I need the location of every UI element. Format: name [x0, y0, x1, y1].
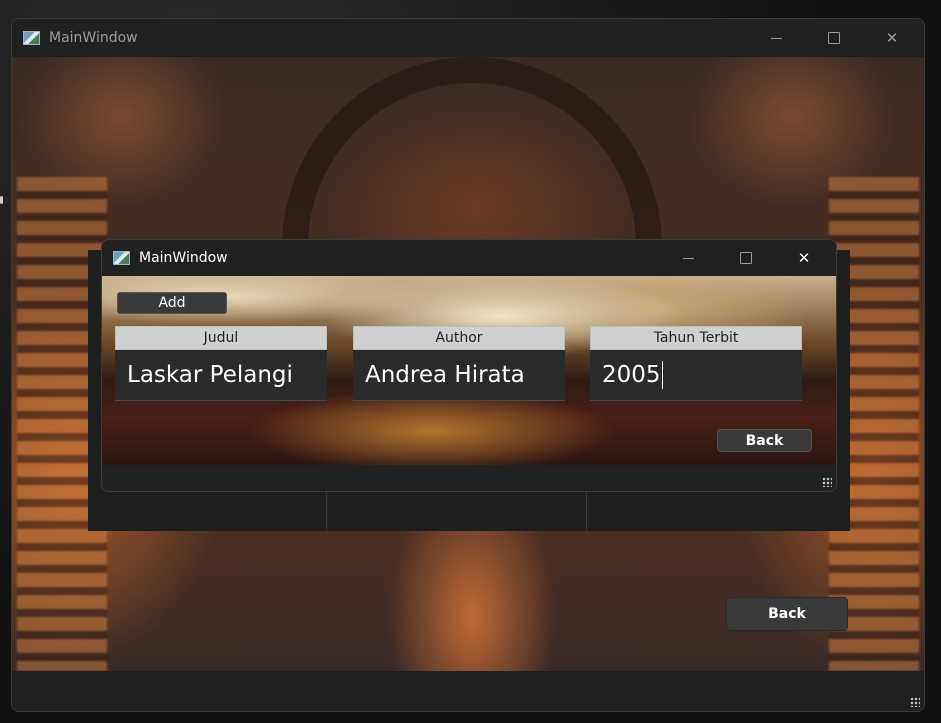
field-label: Tahun Terbit	[590, 326, 802, 350]
field-label: Author	[353, 326, 565, 350]
back-button[interactable]: Back	[726, 597, 848, 631]
field-label: Judul	[115, 326, 327, 350]
field-author: Author Andrea Hirata	[353, 326, 565, 402]
dialog-maximize-button[interactable]	[717, 240, 775, 276]
desktop-edge-marker	[0, 196, 3, 204]
dialog-back-button[interactable]: Back	[717, 429, 812, 452]
main-window-title: MainWindow	[49, 30, 138, 46]
dialog-close-button[interactable]: ✕	[775, 240, 833, 276]
main-titlebar[interactable]: MainWindow ✕	[12, 19, 924, 57]
dialog-minimize-button[interactable]	[659, 240, 717, 276]
resize-grip-icon[interactable]	[822, 477, 832, 487]
close-icon: ✕	[797, 249, 811, 267]
dialog-title: MainWindow	[139, 250, 228, 266]
app-icon	[23, 31, 40, 45]
input-value: Laskar Pelangi	[127, 362, 293, 388]
text-cursor	[661, 361, 663, 389]
table-column-divider	[586, 490, 587, 531]
field-judul: Judul Laskar Pelangi	[115, 326, 327, 402]
dialog-statusbar	[102, 465, 836, 491]
field-tahun-terbit: Tahun Terbit 2005	[590, 326, 802, 402]
add-book-dialog: MainWindow ✕ Add Judul Laskar Pelangi Au…	[101, 239, 837, 492]
input-value: 2005	[602, 362, 661, 388]
author-input[interactable]: Andrea Hirata	[353, 350, 565, 401]
table-column-divider	[326, 490, 327, 531]
maximize-button[interactable]	[805, 19, 863, 57]
dialog-titlebar[interactable]: MainWindow ✕	[102, 240, 836, 276]
add-button[interactable]: Add	[117, 292, 227, 314]
resize-grip-icon[interactable]	[910, 697, 920, 707]
close-icon: ✕	[885, 29, 899, 47]
app-icon	[113, 251, 130, 265]
dialog-background-image: Add Judul Laskar Pelangi Author Andrea H…	[102, 276, 836, 465]
tahun-terbit-input[interactable]: 2005	[590, 350, 802, 401]
main-statusbar	[12, 671, 924, 711]
input-value: Andrea Hirata	[365, 362, 525, 388]
minimize-button[interactable]	[747, 19, 805, 57]
judul-input[interactable]: Laskar Pelangi	[115, 350, 327, 401]
close-button[interactable]: ✕	[863, 19, 921, 57]
